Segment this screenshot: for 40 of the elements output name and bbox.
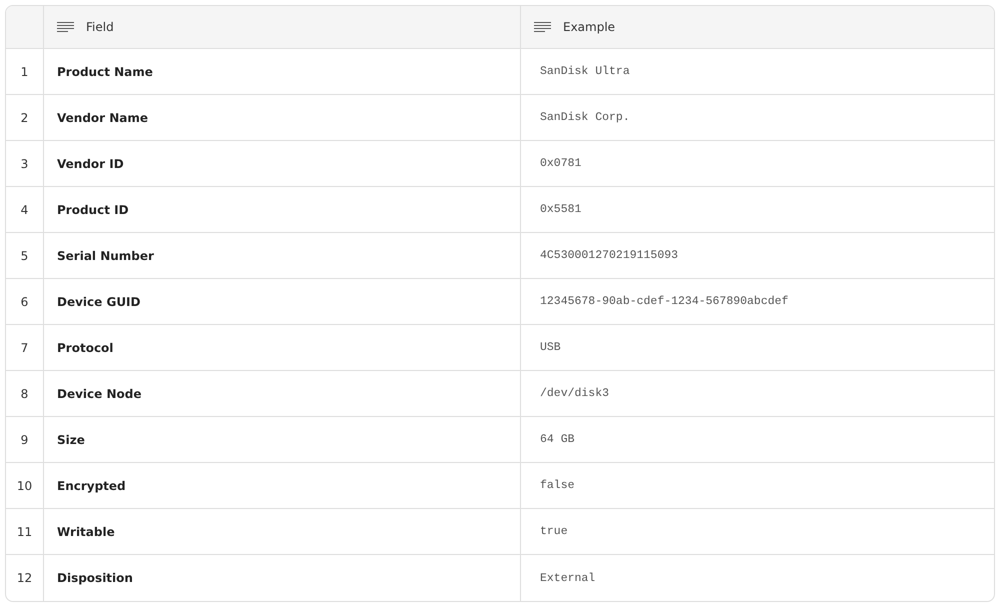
example-value: false (539, 479, 575, 492)
row-number: 11 (16, 524, 34, 538)
field-name: Vendor Name (56, 110, 148, 124)
example-value: true (539, 525, 568, 538)
field-name: Protocol (56, 340, 114, 354)
field-name: Serial Number (56, 248, 154, 262)
row-number: 12 (16, 571, 34, 585)
row-number: 10 (16, 478, 34, 492)
row-number: 3 (20, 156, 30, 170)
text-align-icon (57, 22, 74, 32)
field-name: Disposition (56, 571, 133, 585)
row-number: 7 (20, 340, 30, 354)
field-name: Writable (56, 524, 115, 538)
field-name: Encrypted (56, 478, 126, 492)
row-number: 4 (20, 202, 30, 216)
example-value: 0x0781 (539, 157, 582, 170)
example-value: External (539, 572, 596, 584)
field-name: Vendor ID (56, 156, 124, 170)
example-value: 4C530001270219115093 (539, 249, 678, 262)
row-number: 9 (20, 432, 30, 446)
example-value: SanDisk Ultra (539, 65, 630, 78)
example-value: 0x5581 (539, 203, 582, 216)
field-name: Device Node (56, 386, 142, 400)
column-header: Example (563, 20, 616, 34)
row-number: 1 (20, 64, 30, 78)
example-value: 12345678-90ab-cdef-1234-567890abcdef (539, 295, 788, 308)
column-header: Field (86, 20, 114, 34)
row-number: 8 (20, 386, 30, 400)
example-value: USB (539, 341, 561, 354)
row-number: 6 (20, 294, 30, 308)
field-name: Device GUID (56, 294, 140, 308)
field-name: Product ID (56, 202, 129, 216)
example-value: 64 GB (539, 433, 575, 446)
field-name: Size (56, 432, 85, 446)
text-align-icon (534, 22, 551, 32)
row-number: 2 (20, 110, 30, 124)
field-name: Product Name (56, 64, 153, 78)
row-number: 5 (20, 248, 30, 262)
example-value: SanDisk Corp. (539, 111, 630, 124)
example-value: /dev/disk3 (539, 387, 610, 400)
